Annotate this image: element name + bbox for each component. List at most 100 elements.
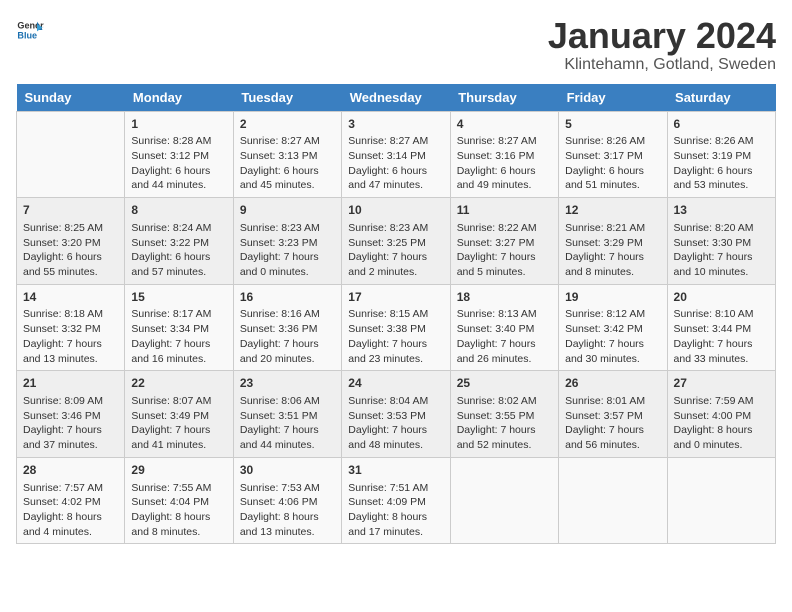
day-cell: 26Sunrise: 8:01 AMSunset: 3:57 PMDayligh… [559, 371, 667, 458]
day-info-line: Daylight: 7 hours [674, 337, 769, 352]
day-cell [450, 457, 558, 544]
day-number: 30 [240, 462, 335, 479]
day-info-line: and 44 minutes. [240, 438, 335, 453]
day-cell: 24Sunrise: 8:04 AMSunset: 3:53 PMDayligh… [342, 371, 450, 458]
header-sunday: Sunday [17, 84, 125, 112]
header-wednesday: Wednesday [342, 84, 450, 112]
day-info-line: Sunset: 3:30 PM [674, 236, 769, 251]
day-info-line: and 4 minutes. [23, 525, 118, 540]
day-info-line: Sunset: 3:22 PM [131, 236, 226, 251]
day-cell: 22Sunrise: 8:07 AMSunset: 3:49 PMDayligh… [125, 371, 233, 458]
day-number: 12 [565, 202, 660, 219]
day-info-line: Sunrise: 8:26 AM [674, 134, 769, 149]
day-cell: 27Sunrise: 7:59 AMSunset: 4:00 PMDayligh… [667, 371, 775, 458]
day-info-line: Sunrise: 8:17 AM [131, 307, 226, 322]
day-info-line: Sunset: 3:53 PM [348, 409, 443, 424]
day-info-line: Daylight: 8 hours [131, 510, 226, 525]
day-number: 23 [240, 375, 335, 392]
day-info-line: Sunrise: 8:02 AM [457, 394, 552, 409]
day-info-line: Sunrise: 7:57 AM [23, 481, 118, 496]
day-info-line: Daylight: 7 hours [457, 250, 552, 265]
day-info-line: Sunset: 3:29 PM [565, 236, 660, 251]
day-info-line: Sunset: 3:51 PM [240, 409, 335, 424]
day-cell: 2Sunrise: 8:27 AMSunset: 3:13 PMDaylight… [233, 111, 341, 198]
day-number: 19 [565, 289, 660, 306]
day-cell [17, 111, 125, 198]
day-info-line: Daylight: 6 hours [674, 164, 769, 179]
day-info-line: Daylight: 7 hours [23, 423, 118, 438]
day-info-line: Daylight: 7 hours [131, 337, 226, 352]
header-friday: Friday [559, 84, 667, 112]
day-info-line: Sunset: 3:25 PM [348, 236, 443, 251]
day-cell: 5Sunrise: 8:26 AMSunset: 3:17 PMDaylight… [559, 111, 667, 198]
day-number: 2 [240, 116, 335, 133]
day-info-line: Daylight: 6 hours [131, 250, 226, 265]
day-number: 21 [23, 375, 118, 392]
day-number: 16 [240, 289, 335, 306]
day-info-line: and 52 minutes. [457, 438, 552, 453]
day-info-line: Sunrise: 8:27 AM [348, 134, 443, 149]
day-info-line: Sunset: 3:12 PM [131, 149, 226, 164]
day-info-line: and 45 minutes. [240, 178, 335, 193]
day-cell: 12Sunrise: 8:21 AMSunset: 3:29 PMDayligh… [559, 198, 667, 285]
day-info-line: Sunrise: 8:27 AM [240, 134, 335, 149]
day-number: 13 [674, 202, 769, 219]
day-info-line: Sunset: 3:46 PM [23, 409, 118, 424]
day-info-line: Sunset: 3:42 PM [565, 322, 660, 337]
day-cell: 19Sunrise: 8:12 AMSunset: 3:42 PMDayligh… [559, 284, 667, 371]
day-info-line: Sunrise: 8:20 AM [674, 221, 769, 236]
day-info-line: Daylight: 7 hours [348, 337, 443, 352]
day-info-line: Daylight: 7 hours [23, 337, 118, 352]
day-cell: 9Sunrise: 8:23 AMSunset: 3:23 PMDaylight… [233, 198, 341, 285]
day-info-line: and 47 minutes. [348, 178, 443, 193]
day-info-line: Sunset: 3:49 PM [131, 409, 226, 424]
day-number: 27 [674, 375, 769, 392]
day-info-line: and 20 minutes. [240, 352, 335, 367]
day-info-line: and 44 minutes. [131, 178, 226, 193]
week-row-1: 1Sunrise: 8:28 AMSunset: 3:12 PMDaylight… [17, 111, 776, 198]
day-number: 26 [565, 375, 660, 392]
day-info-line: Sunrise: 8:15 AM [348, 307, 443, 322]
day-number: 4 [457, 116, 552, 133]
day-cell [667, 457, 775, 544]
day-number: 6 [674, 116, 769, 133]
day-info-line: Sunrise: 7:53 AM [240, 481, 335, 496]
week-row-2: 7Sunrise: 8:25 AMSunset: 3:20 PMDaylight… [17, 198, 776, 285]
day-info-line: Daylight: 7 hours [240, 423, 335, 438]
day-info-line: Sunrise: 8:23 AM [240, 221, 335, 236]
day-cell: 25Sunrise: 8:02 AMSunset: 3:55 PMDayligh… [450, 371, 558, 458]
day-cell: 10Sunrise: 8:23 AMSunset: 3:25 PMDayligh… [342, 198, 450, 285]
header-thursday: Thursday [450, 84, 558, 112]
day-info-line: and 2 minutes. [348, 265, 443, 280]
day-number: 14 [23, 289, 118, 306]
day-info-line: and 53 minutes. [674, 178, 769, 193]
day-cell: 29Sunrise: 7:55 AMSunset: 4:04 PMDayligh… [125, 457, 233, 544]
day-info-line: Sunset: 3:17 PM [565, 149, 660, 164]
day-cell: 4Sunrise: 8:27 AMSunset: 3:16 PMDaylight… [450, 111, 558, 198]
day-info-line: Sunrise: 8:27 AM [457, 134, 552, 149]
day-info-line: Sunset: 3:16 PM [457, 149, 552, 164]
day-info-line: Daylight: 7 hours [565, 423, 660, 438]
day-info-line: Daylight: 7 hours [348, 250, 443, 265]
day-cell: 7Sunrise: 8:25 AMSunset: 3:20 PMDaylight… [17, 198, 125, 285]
day-info-line: Sunrise: 7:59 AM [674, 394, 769, 409]
day-info-line: and 56 minutes. [565, 438, 660, 453]
calendar-title: January 2024 [548, 16, 776, 56]
day-cell: 16Sunrise: 8:16 AMSunset: 3:36 PMDayligh… [233, 284, 341, 371]
day-cell: 17Sunrise: 8:15 AMSunset: 3:38 PMDayligh… [342, 284, 450, 371]
day-info-line: and 17 minutes. [348, 525, 443, 540]
day-info-line: Sunset: 4:06 PM [240, 495, 335, 510]
week-row-3: 14Sunrise: 8:18 AMSunset: 3:32 PMDayligh… [17, 284, 776, 371]
calendar-subtitle: Klintehamn, Gotland, Sweden [548, 56, 776, 74]
day-info-line: Sunrise: 8:18 AM [23, 307, 118, 322]
week-row-5: 28Sunrise: 7:57 AMSunset: 4:02 PMDayligh… [17, 457, 776, 544]
day-info-line: Sunset: 3:23 PM [240, 236, 335, 251]
day-info-line: Daylight: 6 hours [348, 164, 443, 179]
day-info-line: Sunrise: 8:06 AM [240, 394, 335, 409]
day-info-line: Sunrise: 8:23 AM [348, 221, 443, 236]
day-number: 3 [348, 116, 443, 133]
day-info-line: and 41 minutes. [131, 438, 226, 453]
day-number: 8 [131, 202, 226, 219]
day-cell: 14Sunrise: 8:18 AMSunset: 3:32 PMDayligh… [17, 284, 125, 371]
day-info-line: Sunset: 3:40 PM [457, 322, 552, 337]
